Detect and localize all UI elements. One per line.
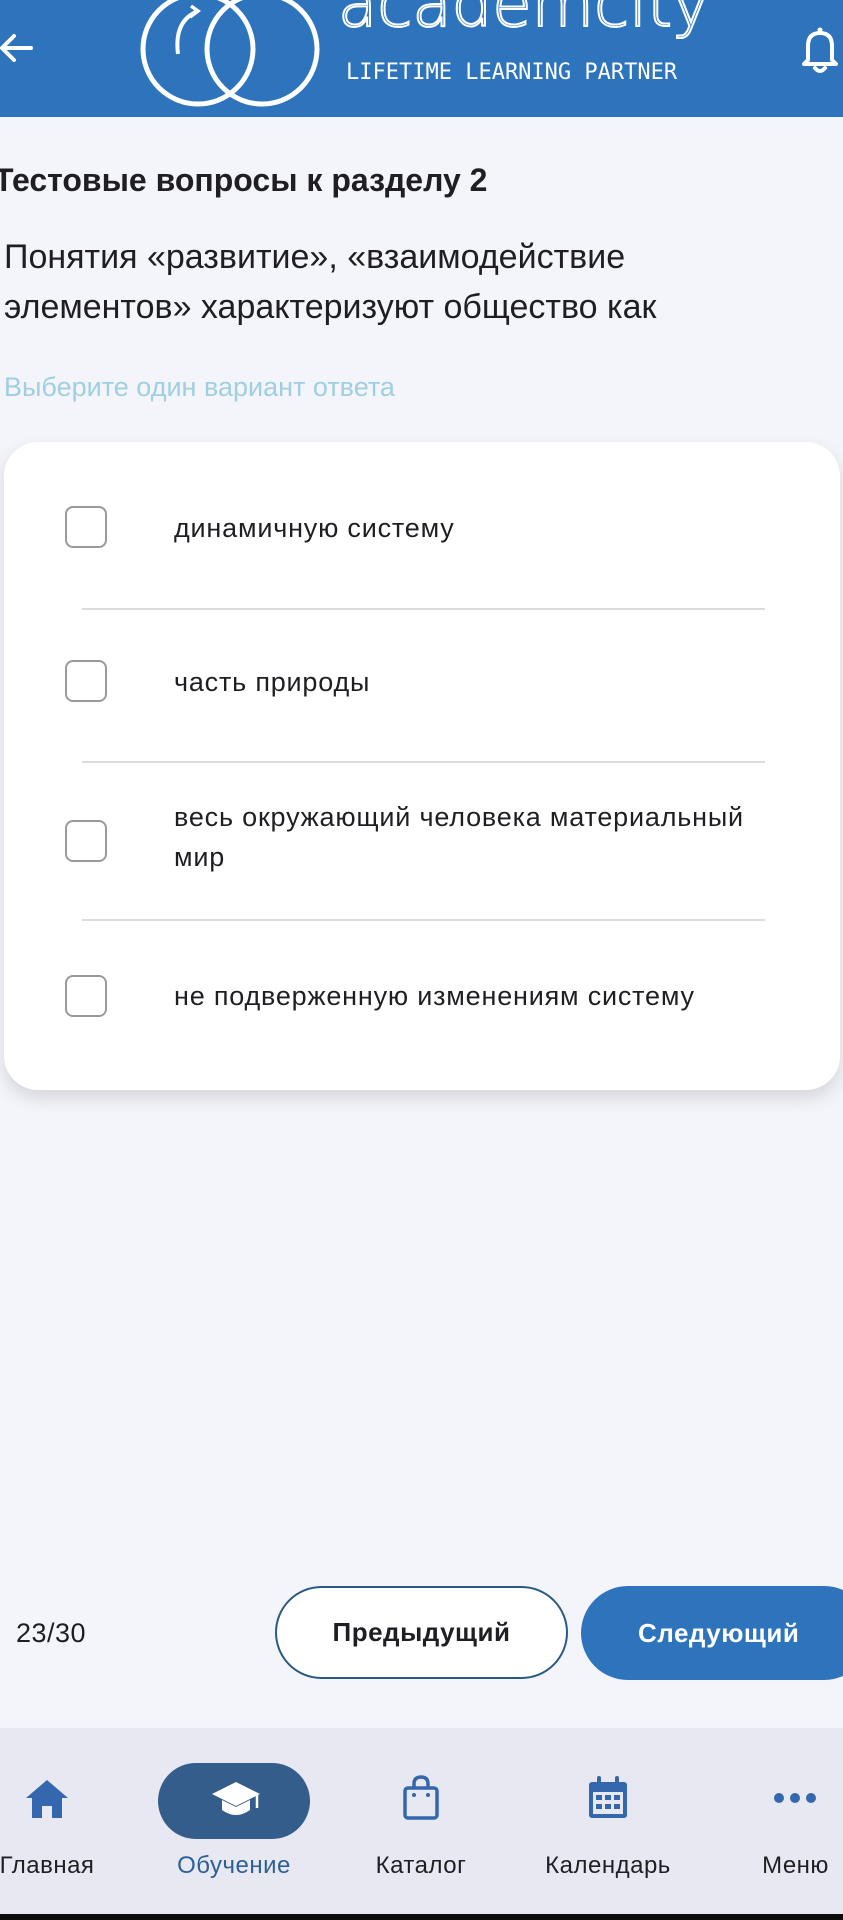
answer-option[interactable]: не подверженную изменениям систему (4, 954, 840, 1028)
nav-label: Календарь (545, 1852, 671, 1879)
previous-button[interactable]: Предыдущий (275, 1586, 568, 1679)
divider (82, 919, 765, 921)
app-header: academcity LIFETIME LEARNING PARTNER (0, 0, 843, 117)
test-question-screen: academcity LIFETIME LEARNING PARTNER Тес… (0, 0, 843, 1920)
option-checkbox[interactable] (65, 506, 107, 548)
nav-item-calendar[interactable]: Календарь (536, 1728, 680, 1920)
option-label: динамичную систему (174, 513, 455, 543)
option-checkbox[interactable] (65, 660, 107, 702)
nav-label: Обучение (177, 1852, 291, 1879)
option-label: весь окружающий человека материальный ми… (174, 802, 744, 872)
bottom-navigation: Главная Обучение Каталог Календарь Меню (0, 1728, 843, 1920)
back-button[interactable] (0, 24, 36, 72)
nav-label: Меню (762, 1852, 829, 1879)
nav-item-menu[interactable]: Меню (748, 1728, 843, 1920)
answer-option[interactable]: часть природы (4, 644, 840, 718)
answer-hint: Выберите один вариант ответа (4, 372, 395, 402)
option-checkbox[interactable] (65, 975, 107, 1017)
next-button[interactable]: Следующий (581, 1586, 843, 1680)
divider (82, 608, 765, 610)
more-icon (773, 1786, 817, 1810)
answer-option[interactable]: динамичную систему (4, 490, 840, 564)
nav-item-catalog[interactable]: Каталог (368, 1728, 474, 1920)
home-icon (24, 1776, 70, 1822)
section-title: Тестовые вопросы к разделу 2 (0, 162, 488, 198)
academcity-logo: academcity LIFETIME LEARNING PARTNER (140, 0, 711, 107)
question-text: Понятия «развитие», «взаимодействие элем… (4, 238, 657, 326)
option-checkbox[interactable] (65, 820, 107, 862)
graduation-cap-icon (210, 1776, 262, 1824)
nav-item-home[interactable]: Главная (0, 1728, 100, 1920)
option-label: не подверженную изменениям систему (174, 981, 695, 1011)
notifications-button[interactable] (796, 24, 843, 78)
nav-label: Каталог (375, 1852, 467, 1879)
question-counter: 23/30 (16, 1618, 87, 1648)
divider (82, 761, 765, 763)
nav-item-learning[interactable]: Обучение (158, 1728, 310, 1920)
bell-icon (802, 27, 838, 73)
answer-option[interactable]: весь окружающий человека материальный ми… (4, 792, 840, 892)
option-label: часть природы (174, 667, 371, 697)
svg-text:academcity: academcity (338, 0, 710, 42)
answer-options-card: динамичную систему часть природы весь ок… (4, 442, 840, 1090)
shopping-bag-icon (400, 1774, 442, 1822)
svg-text:LIFETIME LEARNING PARTNER: LIFETIME LEARNING PARTNER (346, 60, 678, 85)
calendar-icon (586, 1774, 630, 1822)
nav-label: Главная (0, 1852, 95, 1879)
arrow-left-icon (0, 34, 33, 62)
system-gesture-bar (0, 1914, 843, 1920)
